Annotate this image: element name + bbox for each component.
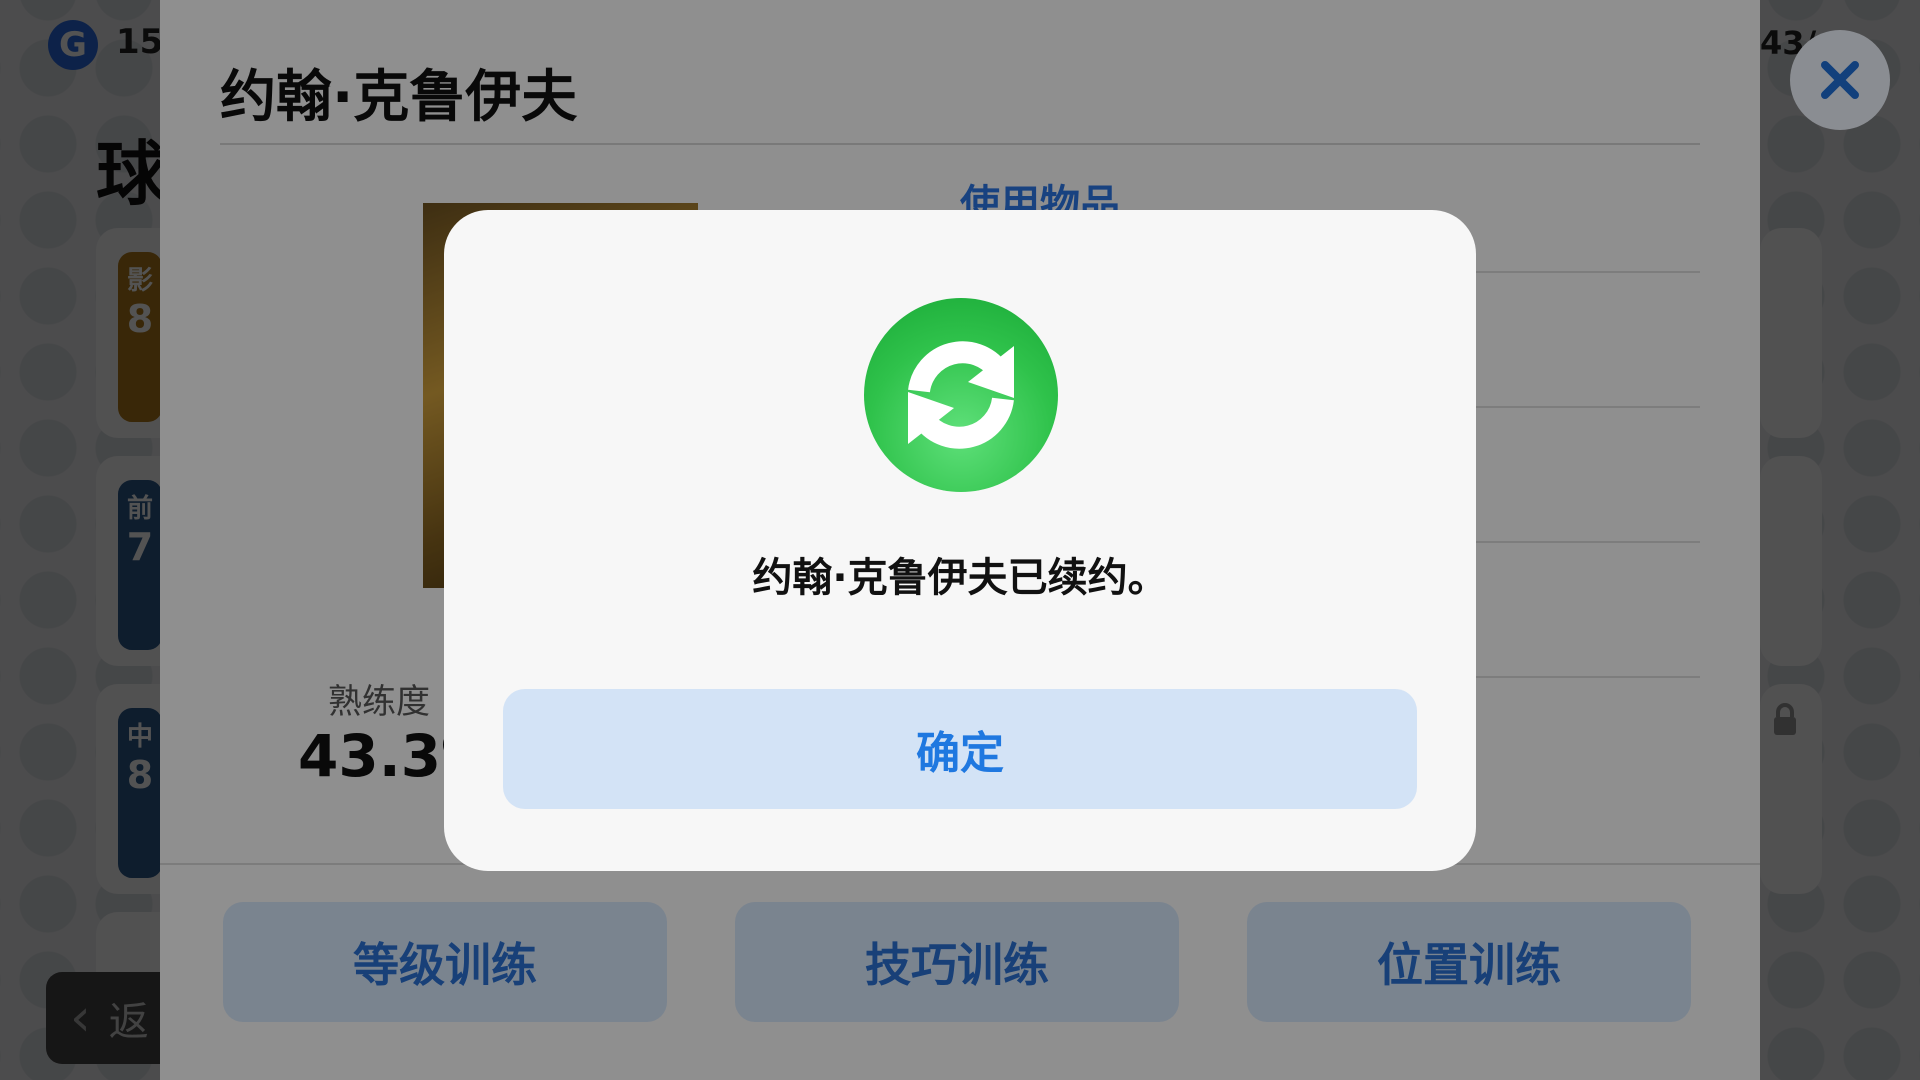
renewal-dialog: 约翰·克鲁伊夫已续约。 确定 bbox=[444, 210, 1476, 871]
dialog-message: 约翰·克鲁伊夫已续约。 bbox=[752, 555, 1168, 601]
refresh-arrows-icon bbox=[908, 341, 1014, 449]
renew-icon bbox=[864, 298, 1058, 492]
confirm-button[interactable]: 确定 bbox=[503, 689, 1417, 809]
